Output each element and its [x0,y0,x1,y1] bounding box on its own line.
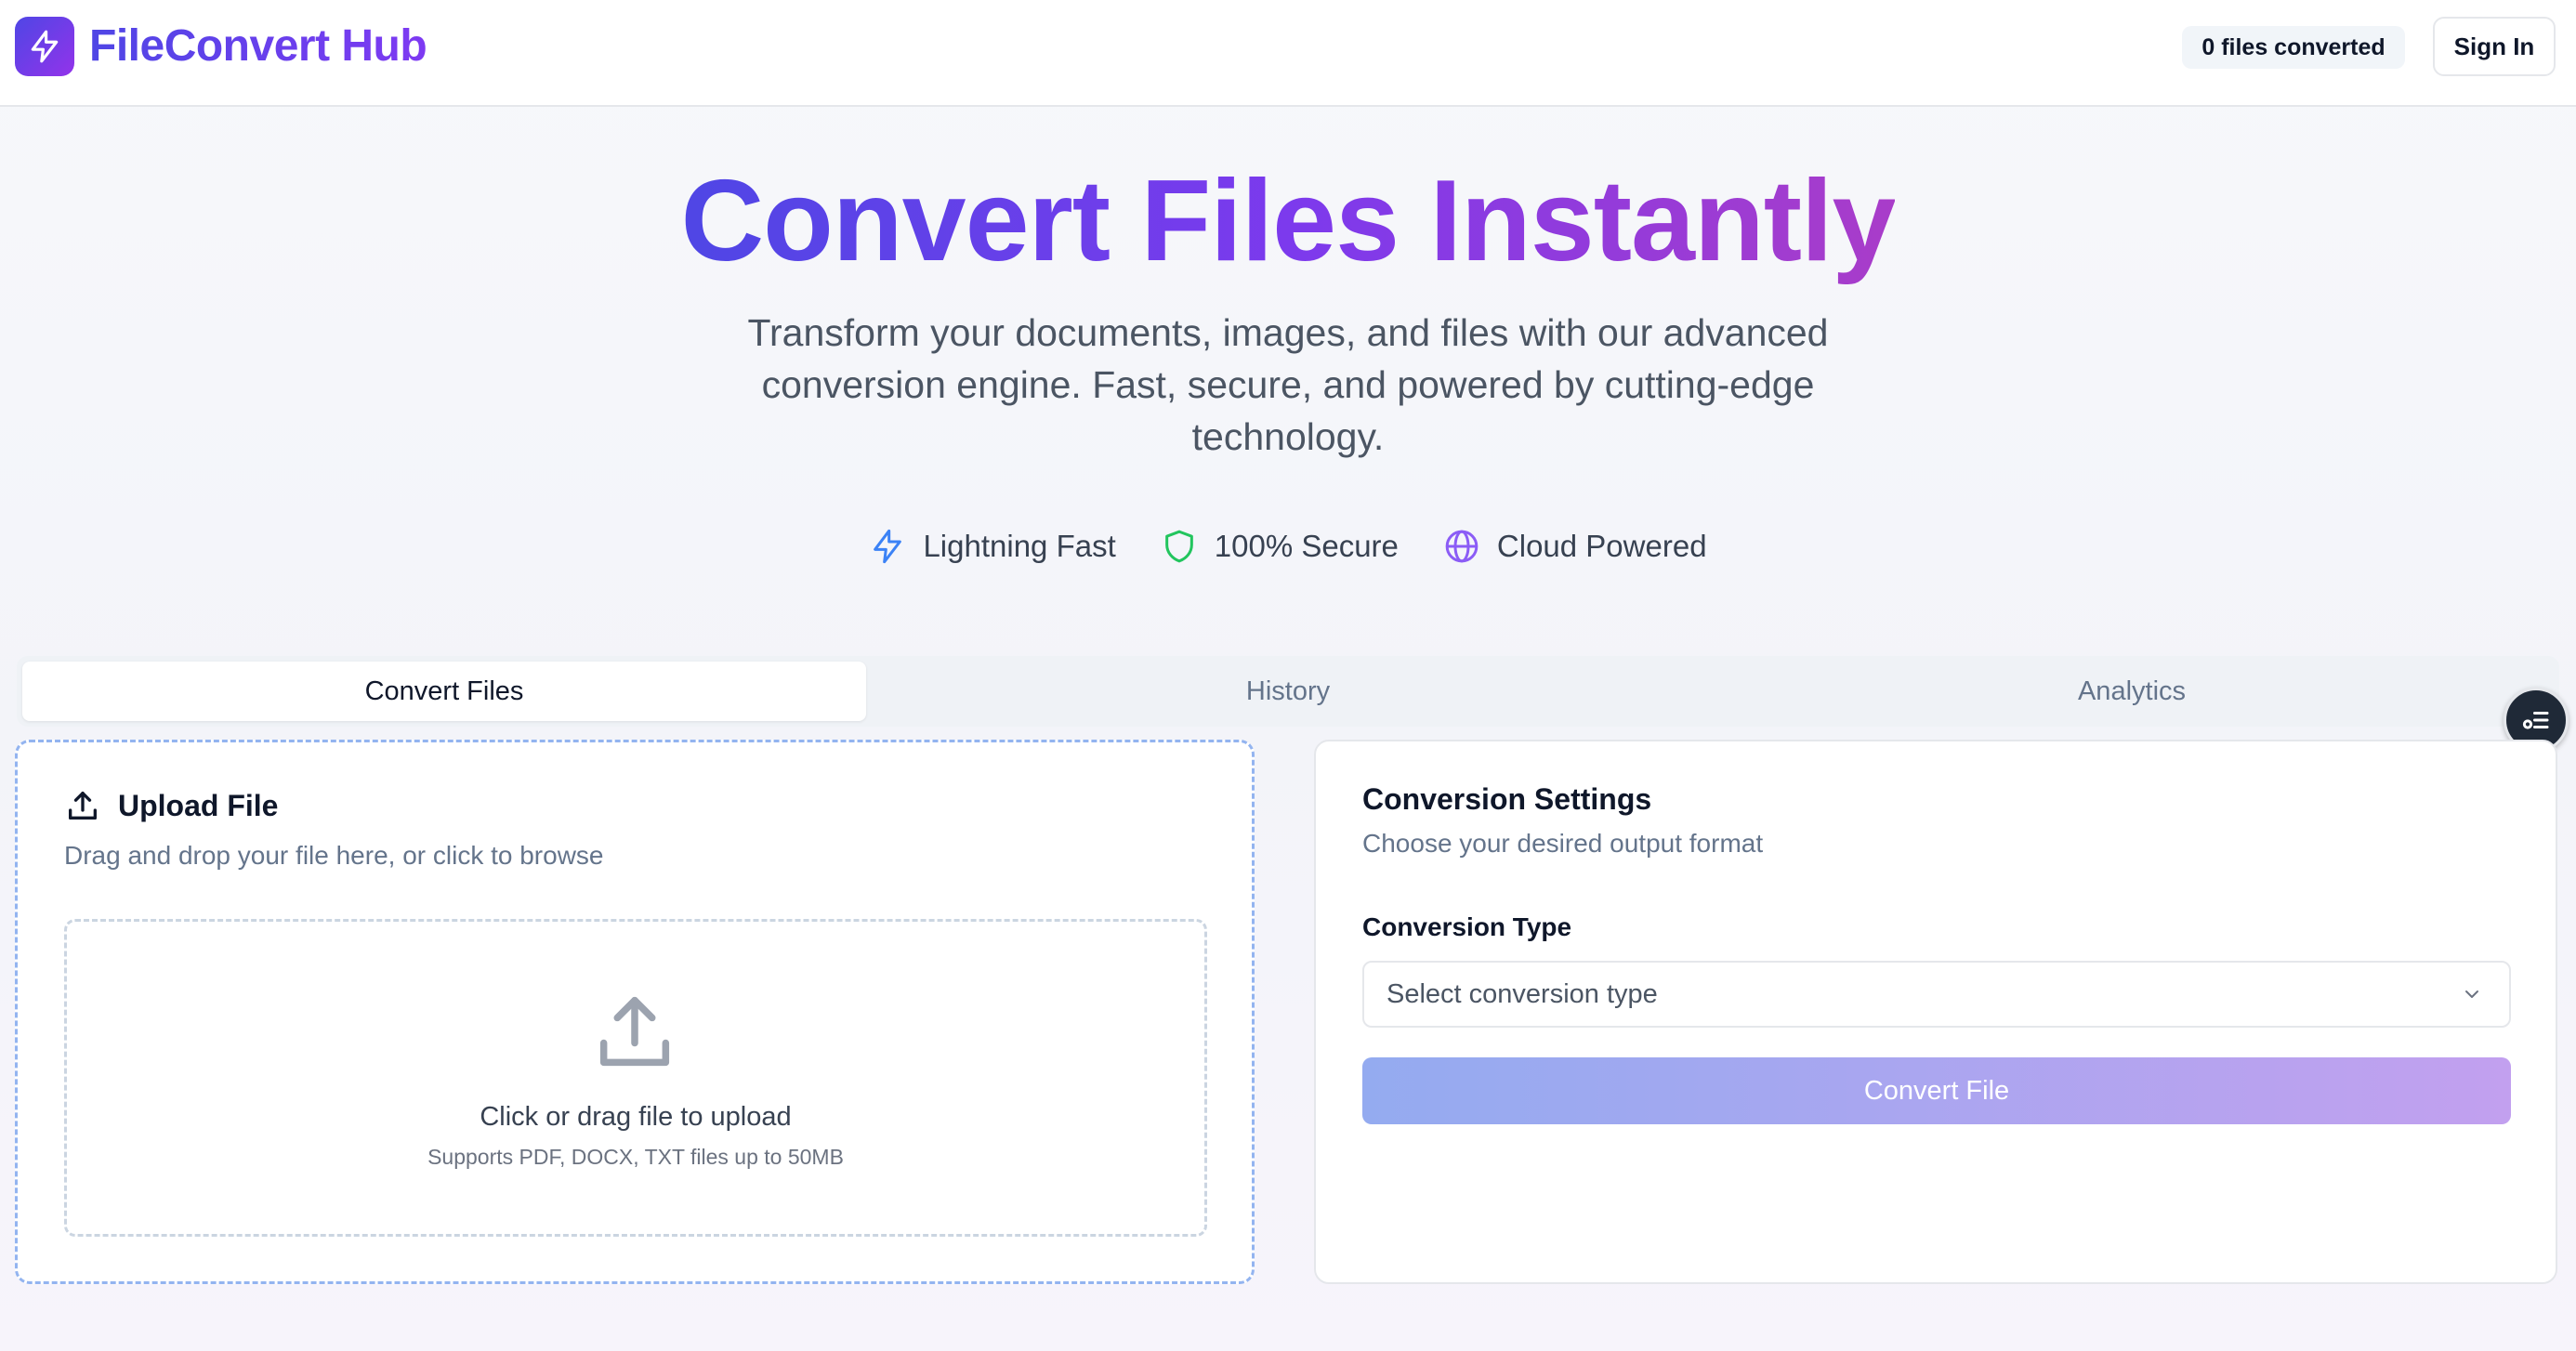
feature-lightning-fast: Lightning Fast [869,528,1116,565]
feature-list: Lightning Fast 100% Secure Cloud Powered [0,520,2576,572]
chevron-down-icon [2465,990,2478,998]
hero-title-text: Convert Files Instantly [680,157,1897,285]
files-converted-badge: 0 files converted [2182,26,2405,69]
conversion-type-select[interactable]: Select conversion type [1362,961,2511,1028]
select-placeholder: Select conversion type [1387,979,1658,1009]
upload-title: Upload File [118,788,279,822]
feature-label: 100% Secure [1214,529,1399,563]
file-dropzone[interactable]: Click or drag file to upload Supports PD… [64,919,1207,1237]
upload-description: Drag and drop your file here, or click t… [64,841,604,870]
upload-cloud-icon [599,996,670,1067]
globe-icon [1445,530,1479,563]
hero-title: Convert Files Instantly [0,156,2576,286]
feature-secure: 100% Secure [1161,528,1399,565]
dropzone-text: Click or drag file to upload [480,1102,792,1132]
feature-label: Cloud Powered [1496,529,1707,563]
sign-in-button[interactable]: Sign In [2433,17,2556,76]
settings-title: Conversion Settings [1362,782,1652,816]
upload-icon [69,792,98,820]
main-tabs: Convert Files History Analytics [17,656,2559,727]
lightning-icon [874,529,902,564]
feature-cloud-powered: Cloud Powered [1443,528,1707,565]
convert-file-button[interactable]: Convert File [1362,1057,2511,1124]
brand-name[interactable]: FileConvert Hub [89,19,427,74]
list-settings-icon [2522,712,2549,729]
tab-history[interactable]: History [866,662,1710,721]
conversion-settings-card: Conversion Settings Choose your desired … [1314,740,2557,1284]
settings-description: Choose your desired output format [1362,829,1764,858]
dropzone-hint: Supports PDF, DOCX, TXT files up to 50MB [427,1145,844,1169]
upload-card: Upload File Drag and drop your file here… [15,740,1255,1284]
tab-convert-files[interactable]: Convert Files [22,662,866,721]
top-header: FileConvert Hub 0 files converted Sign I… [0,0,2576,107]
logo-icon[interactable] [15,17,74,76]
upload-header: Upload File [64,787,278,824]
hero-subtitle: Transform your documents, images, and fi… [747,311,1829,458]
conversion-type-label: Conversion Type [1362,912,1572,941]
shield-icon [1164,530,1193,563]
app-root: FileConvert Hub 0 files converted Sign I… [0,0,2576,1351]
tab-analytics[interactable]: Analytics [1710,662,2554,721]
feature-label: Lightning Fast [923,529,1116,563]
